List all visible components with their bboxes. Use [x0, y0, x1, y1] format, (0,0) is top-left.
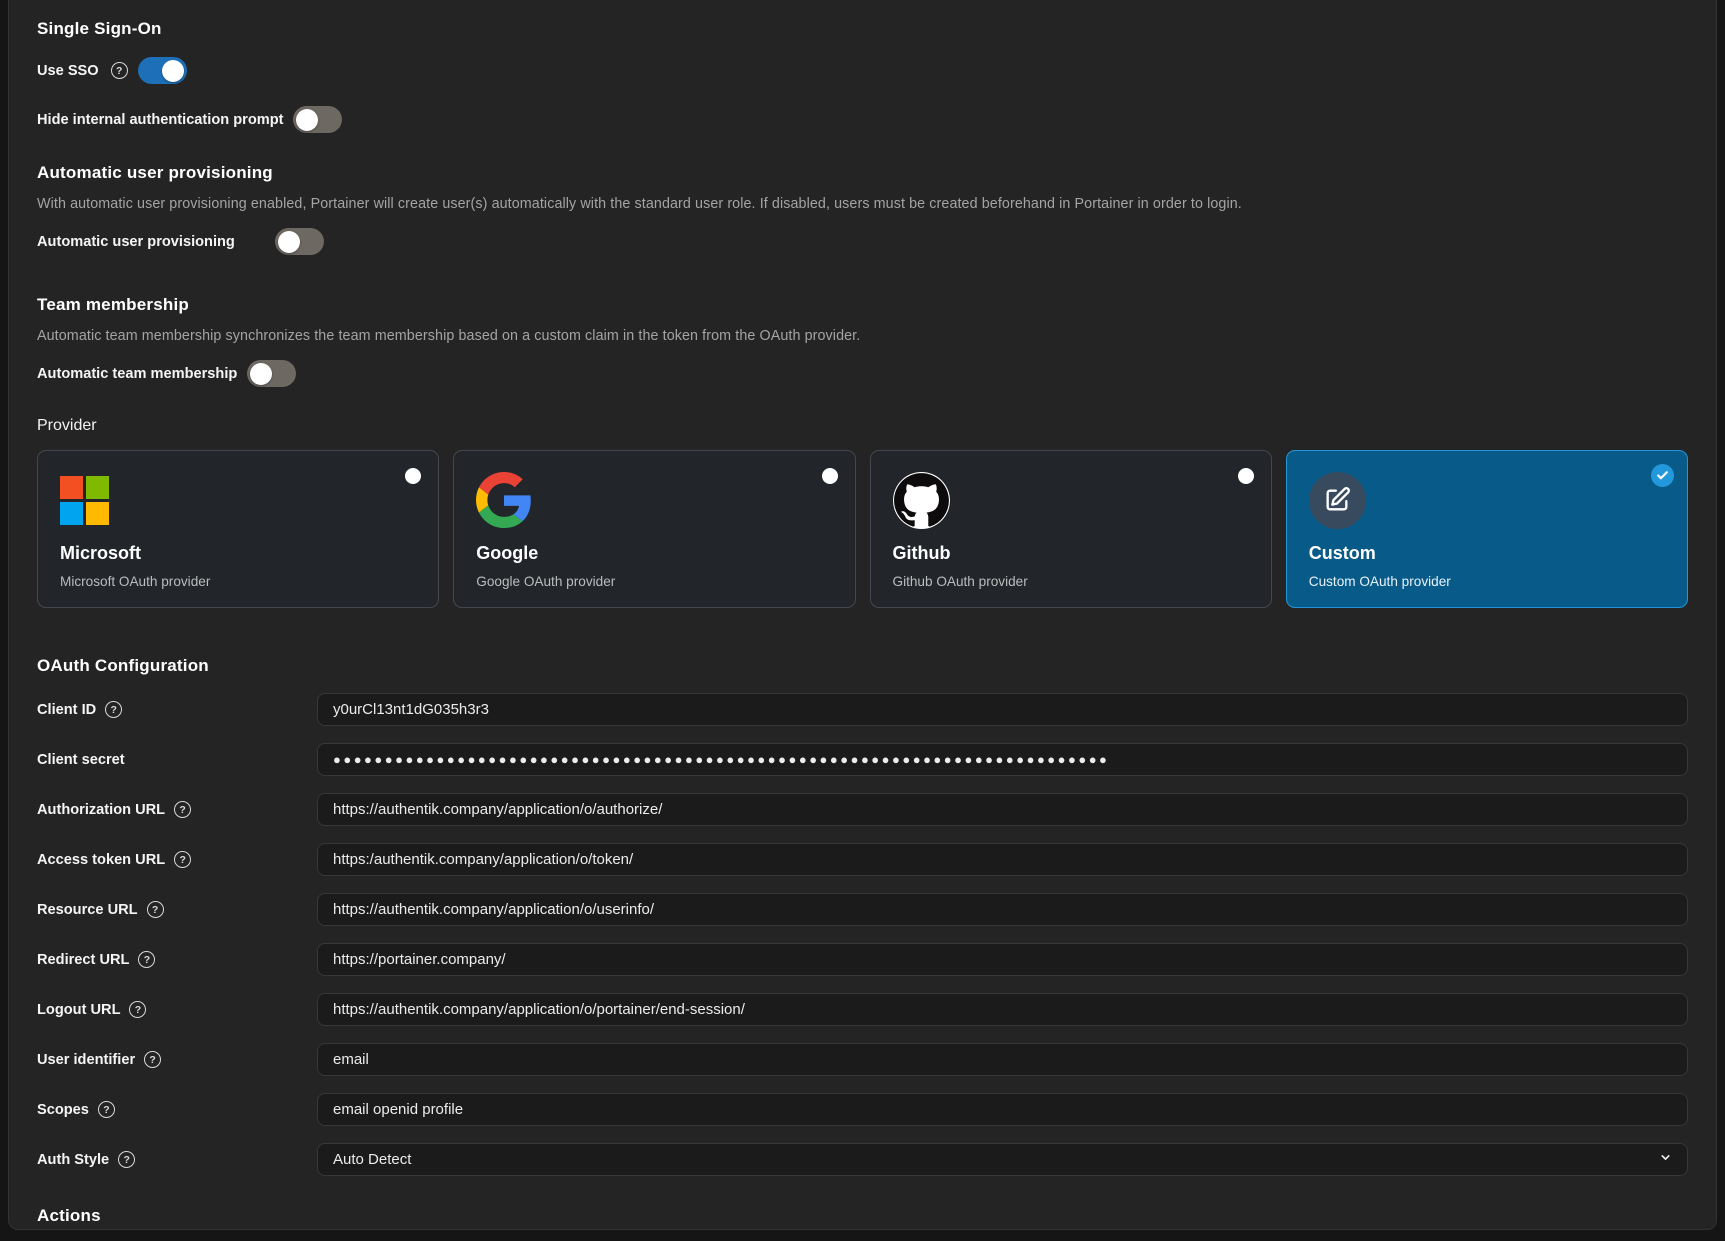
- single-sign-on-heading: Single Sign-On: [37, 19, 1688, 39]
- team-membership-label: Automatic team membership: [37, 366, 237, 382]
- help-icon[interactable]: ?: [144, 1051, 161, 1068]
- help-icon[interactable]: ?: [147, 901, 164, 918]
- auth-style-select[interactable]: Auto Detect: [317, 1143, 1688, 1176]
- user-identifier-input[interactable]: [317, 1043, 1688, 1076]
- toggle-knob: [278, 231, 300, 253]
- redirect-url-label: Redirect URL: [37, 952, 129, 968]
- auto-user-provisioning-label: Automatic user provisioning: [37, 234, 235, 250]
- authorization-url-label: Authorization URL: [37, 802, 165, 818]
- logout-url-input[interactable]: [317, 993, 1688, 1026]
- help-icon[interactable]: ?: [118, 1151, 135, 1168]
- provider-card-title: Custom: [1309, 543, 1665, 564]
- provider-card-github[interactable]: Github Github OAuth provider: [870, 450, 1272, 608]
- client-id-input[interactable]: [317, 693, 1688, 726]
- team-membership-heading: Team membership: [37, 295, 1688, 315]
- client-id-label: Client ID: [37, 702, 96, 718]
- hide-internal-auth-toggle[interactable]: [293, 106, 342, 133]
- help-icon[interactable]: ?: [129, 1001, 146, 1018]
- auth-style-value: Auto Detect: [333, 1151, 411, 1168]
- use-sso-label: Use SSO: [37, 63, 99, 79]
- provider-card-description: Github OAuth provider: [893, 574, 1249, 589]
- oauth-configuration-heading: OAuth Configuration: [37, 656, 1688, 676]
- access-token-url-input[interactable]: [317, 843, 1688, 876]
- help-icon[interactable]: ?: [174, 801, 191, 818]
- chevron-down-icon: [1659, 1151, 1672, 1168]
- help-icon[interactable]: ?: [174, 851, 191, 868]
- microsoft-logo-icon: [60, 476, 109, 525]
- auth-style-label: Auth Style: [37, 1152, 109, 1168]
- provider-cards-row: MicrosoftMicrosoft OAuth providerGoogleG…: [37, 450, 1688, 608]
- radio-unselected-icon[interactable]: [822, 468, 838, 484]
- provider-card-title: Google: [476, 543, 832, 564]
- auto-user-provisioning-heading: Automatic user provisioning: [37, 163, 1688, 183]
- toggle-knob: [296, 109, 318, 131]
- toggle-knob: [250, 363, 272, 385]
- scopes-row: Scopes?: [37, 1093, 1688, 1126]
- use-sso-row: Use SSO ?: [37, 57, 1688, 84]
- hide-internal-auth-label: Hide internal authentication prompt: [37, 112, 283, 128]
- redirect-url-input[interactable]: [317, 943, 1688, 976]
- authorization-url-input[interactable]: [317, 793, 1688, 826]
- provider-card-custom[interactable]: Custom Custom OAuth provider: [1286, 450, 1688, 608]
- help-icon[interactable]: ?: [105, 701, 122, 718]
- provider-card-description: Custom OAuth provider: [1309, 574, 1665, 589]
- client-secret-input[interactable]: [317, 743, 1688, 776]
- hide-internal-auth-row: Hide internal authentication prompt: [37, 106, 1688, 133]
- client-secret-label: Client secret: [37, 752, 125, 768]
- oauth-configuration-form: Client ID? Client secret Authorization URL…: [37, 693, 1688, 1176]
- authorization-url-row: Authorization URL?: [37, 793, 1688, 826]
- resource-url-label: Resource URL: [37, 902, 138, 918]
- github-logo-icon: [893, 472, 950, 529]
- client-secret-row: Client secret: [37, 743, 1688, 776]
- auto-user-provisioning-description: With automatic user provisioning enabled…: [37, 196, 1688, 212]
- team-membership-description: Automatic team membership synchronizes t…: [37, 328, 1688, 344]
- provider-card-title: Microsoft: [60, 543, 416, 564]
- user-identifier-label: User identifier: [37, 1052, 135, 1068]
- radio-unselected-icon[interactable]: [405, 468, 421, 484]
- radio-unselected-icon[interactable]: [1238, 468, 1254, 484]
- provider-card-description: Microsoft OAuth provider: [60, 574, 416, 589]
- access-token-url-label: Access token URL: [37, 852, 165, 868]
- help-icon[interactable]: ?: [111, 62, 128, 79]
- scopes-label: Scopes: [37, 1102, 89, 1118]
- provider-card-title: Github: [893, 543, 1249, 564]
- team-membership-row: Automatic team membership: [37, 360, 1688, 387]
- toggle-knob: [162, 60, 184, 82]
- auto-user-provisioning-row: Automatic user provisioning: [37, 228, 1688, 255]
- logout-url-label: Logout URL: [37, 1002, 120, 1018]
- help-icon[interactable]: ?: [138, 951, 155, 968]
- resource-url-row: Resource URL?: [37, 893, 1688, 926]
- logout-url-row: Logout URL?: [37, 993, 1688, 1026]
- client-id-row: Client ID?: [37, 693, 1688, 726]
- edit-icon: [1309, 472, 1366, 529]
- actions-heading: Actions: [37, 1206, 1688, 1226]
- provider-card-description: Google OAuth provider: [476, 574, 832, 589]
- settings-panel: Single Sign-On Use SSO ? Hide internal a…: [8, 0, 1717, 1230]
- google-logo-icon: [476, 472, 532, 528]
- provider-card-google[interactable]: Google Google OAuth provider: [453, 450, 855, 608]
- auto-user-provisioning-toggle[interactable]: [275, 228, 324, 255]
- scopes-input[interactable]: [317, 1093, 1688, 1126]
- provider-heading: Provider: [37, 417, 1688, 435]
- resource-url-input[interactable]: [317, 893, 1688, 926]
- user-identifier-row: User identifier?: [37, 1043, 1688, 1076]
- provider-card-microsoft[interactable]: Microsoft Microsoft OAuth provider: [37, 450, 439, 608]
- redirect-url-row: Redirect URL?: [37, 943, 1688, 976]
- access-token-url-row: Access token URL?: [37, 843, 1688, 876]
- auth-style-row: Auth Style? Auto Detect: [37, 1143, 1688, 1176]
- help-icon[interactable]: ?: [98, 1101, 115, 1118]
- selected-check-icon: [1651, 464, 1674, 487]
- use-sso-toggle[interactable]: [138, 57, 187, 84]
- team-membership-toggle[interactable]: [247, 360, 296, 387]
